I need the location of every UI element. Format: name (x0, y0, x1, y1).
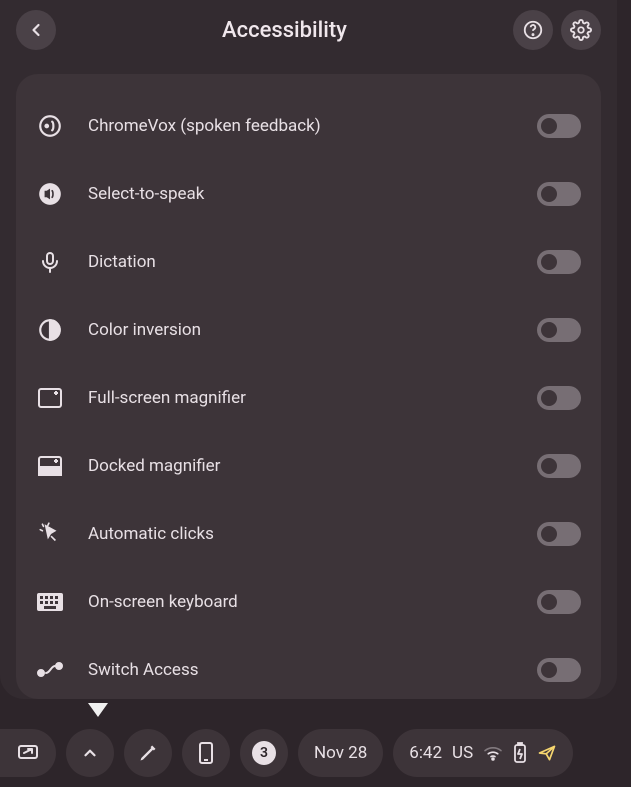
expand-button[interactable] (66, 729, 114, 777)
stylus-button[interactable] (124, 729, 172, 777)
nearby-share-icon (537, 743, 557, 763)
automatic-clicks-row[interactable]: Automatic clicks (16, 500, 601, 568)
select-to-speak-row[interactable]: Select-to-speak (16, 160, 601, 228)
help-button[interactable] (513, 10, 553, 50)
onscreen-keyboard-toggle[interactable] (537, 590, 581, 614)
note-marker (88, 703, 108, 717)
phone-hub-button[interactable] (182, 729, 230, 777)
row-label: ChromeVox (spoken feedback) (88, 116, 513, 136)
panel-header: Accessibility (0, 0, 617, 60)
help-icon (522, 19, 544, 41)
chevron-left-icon (26, 20, 46, 40)
contrast-icon (36, 316, 64, 344)
row-label: Select-to-speak (88, 184, 513, 204)
status-tray[interactable]: 6:42 US (393, 729, 573, 777)
panel-title: Accessibility (64, 18, 505, 43)
color-inversion-row[interactable]: Color inversion (16, 296, 601, 364)
phone-icon (198, 741, 214, 765)
gear-icon (570, 19, 592, 41)
screenshare-icon (16, 741, 40, 765)
pen-icon (138, 743, 158, 763)
docked-magnifier-icon (36, 452, 64, 480)
battery-charging-icon (513, 742, 527, 764)
accessibility-panel: Accessibility ChromeVox (spoken feedback… (0, 0, 617, 699)
select-to-speak-toggle[interactable] (537, 182, 581, 206)
chevron-up-icon (81, 744, 99, 762)
screenshare-button[interactable] (0, 729, 56, 777)
date-label: Nov 28 (314, 743, 367, 763)
time-label: 6:42 (409, 743, 442, 763)
docked-magnifier-toggle[interactable] (537, 454, 581, 478)
onscreen-keyboard-row[interactable]: On-screen keyboard (16, 568, 601, 636)
switch-access-toggle[interactable] (537, 658, 581, 682)
fullscreen-magnifier-toggle[interactable] (537, 386, 581, 410)
cursor-click-icon (36, 520, 64, 548)
switch-access-icon (36, 656, 64, 684)
color-inversion-toggle[interactable] (537, 318, 581, 342)
dictation-row[interactable]: Dictation (16, 228, 601, 296)
microphone-icon (36, 248, 64, 276)
row-label: Dictation (88, 252, 513, 272)
fullscreen-magnifier-icon (36, 384, 64, 412)
chromevox-row[interactable]: ChromeVox (spoken feedback) (16, 92, 601, 160)
row-label: On-screen keyboard (88, 592, 513, 612)
row-label: Automatic clicks (88, 524, 513, 544)
row-label: Color inversion (88, 320, 513, 340)
chromevox-icon (36, 112, 64, 140)
date-button[interactable]: Nov 28 (298, 729, 383, 777)
automatic-clicks-toggle[interactable] (537, 522, 581, 546)
settings-button[interactable] (561, 10, 601, 50)
row-label: Docked magnifier (88, 456, 513, 476)
select-to-speak-icon (36, 180, 64, 208)
keyboard-icon (36, 588, 64, 616)
notifications-button[interactable]: 3 (240, 729, 288, 777)
ime-label: US (452, 743, 473, 763)
taskbar: 3 Nov 28 6:42 US (0, 719, 631, 787)
dictation-toggle[interactable] (537, 250, 581, 274)
switch-access-row[interactable]: Switch Access (16, 636, 601, 699)
wifi-icon (483, 745, 503, 761)
docked-magnifier-row[interactable]: Docked magnifier (16, 432, 601, 500)
fullscreen-magnifier-row[interactable]: Full-screen magnifier (16, 364, 601, 432)
row-label: Switch Access (88, 660, 513, 680)
back-button[interactable] (16, 10, 56, 50)
settings-card: ChromeVox (spoken feedback) Select-to-sp… (16, 74, 601, 699)
notification-count: 3 (252, 741, 276, 765)
chromevox-toggle[interactable] (537, 114, 581, 138)
row-label: Full-screen magnifier (88, 388, 513, 408)
